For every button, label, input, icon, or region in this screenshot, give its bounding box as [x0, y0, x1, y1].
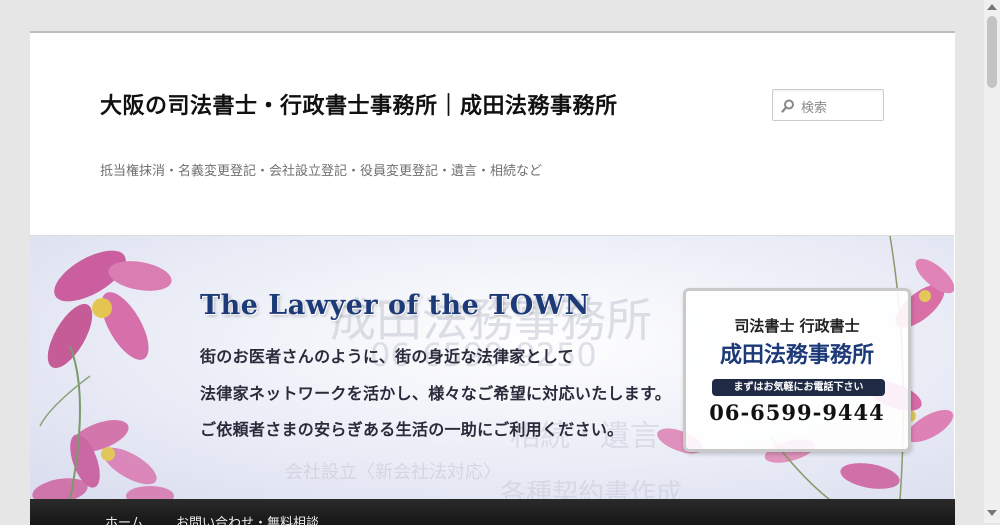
card-phone-number: 06-6599-9444: [709, 400, 885, 425]
scrollbar-thumb[interactable]: [987, 16, 997, 88]
banner-line-1: 街のお医者さんのように、街の身近な法律家として: [200, 347, 574, 366]
nav-item-contact[interactable]: お問い合わせ・無料相談: [176, 512, 319, 525]
card-office-name: 成田法務事務所: [719, 342, 874, 368]
scroll-up-icon[interactable]: [987, 4, 997, 10]
search-icon: [781, 98, 795, 113]
page-scrollbar[interactable]: [984, 0, 1000, 523]
main-nav: ホーム お問い合わせ・無料相談: [30, 499, 955, 525]
search-input[interactable]: 検索: [772, 89, 884, 121]
site-tagline: 抵当権抹消・名義変更登記・会社設立登記・役員変更登記・遺言・相続など: [100, 164, 543, 179]
card-subtitle: 司法書士 行政書士: [734, 317, 860, 335]
contact-card: 司法書士 行政書士 成田法務事務所 まずはお気軽にお電話下さい 06-6599-…: [683, 288, 911, 452]
nav-item-home[interactable]: ホーム: [105, 512, 144, 525]
watermark-services-3: 各種契約書作成: [500, 479, 682, 500]
card-call-label: まずはお気軽にお電話下さい: [712, 379, 885, 396]
banner-line-2: 法律家ネットワークを活かし、様々なご希望に対応いたします。: [200, 384, 672, 403]
search-placeholder: 検索: [801, 101, 828, 116]
site-title[interactable]: 大阪の司法書士・行政書士事務所｜成田法務事務所: [100, 89, 640, 124]
header-banner[interactable]: 成田法務事務所 06-6599-9250 相続・遺言 会社設立〈新会社法対応〉 …: [30, 235, 954, 500]
banner-line-3: ご依頼者さまの安らぎある生活の一助にご利用ください。: [200, 420, 624, 439]
page-container: 大阪の司法書士・行政書士事務所｜成田法務事務所 抵当権抹消・名義変更登記・会社設…: [30, 31, 955, 525]
banner-title: The Lawyer of the TOWN: [200, 290, 590, 321]
scroll-down-icon[interactable]: [987, 510, 997, 516]
flower-left-top: [47, 250, 172, 369]
watermark-services-2: 会社設立〈新会社法対応〉: [285, 462, 501, 483]
